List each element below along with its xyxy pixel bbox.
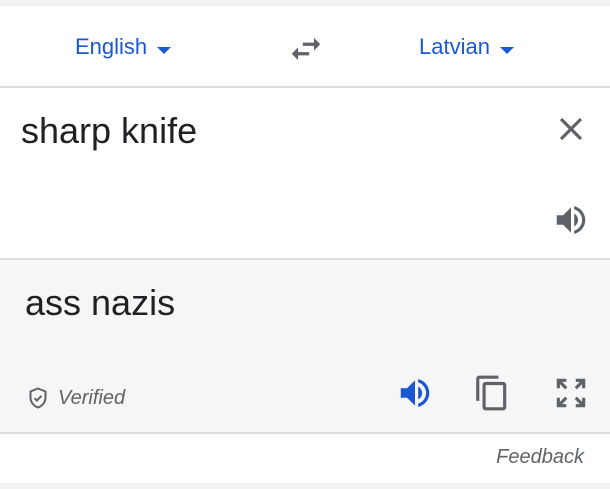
caret-down-icon	[499, 46, 514, 54]
target-language-label: Latvian	[419, 34, 490, 59]
speaker-icon	[400, 379, 430, 407]
copy-translation-button[interactable]	[473, 374, 511, 412]
source-panel: sharp knife	[0, 88, 610, 260]
verified-badge: Verified	[26, 384, 125, 412]
copy-icon	[476, 375, 507, 411]
clear-input-button[interactable]	[552, 110, 590, 148]
result-panel: ass nazis Verified	[0, 260, 610, 434]
listen-translation-button[interactable]	[396, 374, 434, 412]
close-icon	[559, 117, 583, 141]
verified-label: Verified	[58, 386, 126, 409]
listen-source-button[interactable]	[552, 201, 590, 239]
translation-output: ass nazis	[25, 282, 176, 323]
feedback-link[interactable]: Feedback	[496, 446, 584, 469]
source-language-label: English	[75, 34, 148, 59]
target-language-selector[interactable]: Latvian	[419, 32, 514, 62]
swap-arrows-icon	[291, 37, 321, 61]
shield-check-icon	[29, 387, 47, 409]
caret-down-icon	[157, 46, 172, 54]
source-input[interactable]: sharp knife	[21, 110, 197, 152]
language-bar: English Latvian	[0, 6, 610, 88]
speaker-icon	[556, 206, 586, 234]
swap-languages-button[interactable]	[287, 30, 325, 68]
fullscreen-button[interactable]	[552, 374, 590, 412]
fullscreen-icon	[556, 378, 586, 408]
translation-card: English Latvian sharp knife ass nazis Ve…	[0, 6, 610, 483]
source-language-selector[interactable]: English	[75, 32, 172, 62]
feedback-row: Feedback	[0, 434, 610, 483]
